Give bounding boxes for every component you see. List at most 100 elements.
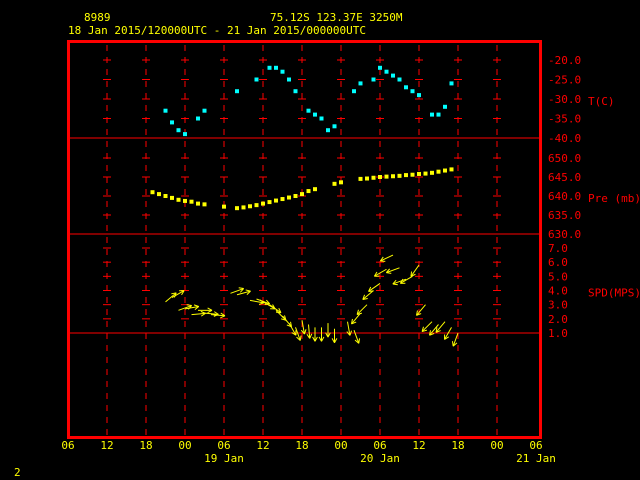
pressure-point [293,194,298,198]
plot-frame [67,40,542,439]
y-tick-label: 650.0 [548,152,581,165]
wind-arrow-head [299,335,302,341]
wind-arrow-head [410,271,413,277]
pressure-point [430,170,434,175]
pressure-point [397,173,402,178]
temperature-point [274,65,278,70]
temperature-point [384,69,389,74]
y-tick-label: -25.0 [548,74,581,87]
temperature-point [163,108,168,113]
x-tick-label: 00 [490,439,503,452]
pressure-point [332,181,337,186]
y-tick-label: 635.0 [548,209,581,222]
pressure-point [183,198,187,203]
temperature-point [306,108,311,113]
pressure-point [365,176,369,181]
wind-arrow [165,292,177,303]
temperature-point [397,77,402,82]
y-tick-label: 7.0 [548,242,568,255]
wind-arrow [353,329,361,344]
temperature-point [176,128,181,133]
temperature-point [326,128,330,133]
temperature-point [170,120,174,125]
y-tick-label: -20.0 [548,54,581,67]
pressure-point [163,194,168,198]
pressure-point [157,192,161,197]
pressure-point [300,192,304,197]
y-tick-label: 1.0 [548,327,568,340]
pressure-point [417,171,421,176]
temperature-point [391,73,395,78]
x-tick-label: 06 [373,439,386,452]
station-location: 75.12S 123.37E 3250M [270,11,403,24]
temperature-point [183,132,187,137]
wind-arrow [356,304,368,316]
wind-arrow [392,278,407,286]
pressure-point [267,200,272,205]
y-tick-label: -35.0 [548,113,581,126]
x-tick-label: 12 [100,439,113,452]
pressure-point [423,171,428,176]
pressure-point [384,174,389,179]
wind-arrow-shaft [356,304,368,315]
temperature-point [313,112,317,117]
pressure-point [176,197,181,202]
pressure-point [371,175,376,180]
x-date-label: 19 Jan [204,452,244,465]
pressure-point [410,172,415,177]
temperature-point [358,81,363,86]
y-tick-label: 630.0 [548,228,581,241]
temperature-point [404,85,408,90]
pressure-point [378,175,382,179]
wind-arrow [385,267,400,274]
temperature-point [287,77,291,82]
pressure-point [170,195,174,200]
x-tick-label: 06 [217,439,230,452]
pressure-point [443,168,447,173]
x-tick-label: 18 [451,439,464,452]
x-tick-label: 06 [61,439,74,452]
meteogram-chart: 8989 75.12S 123.37E 3250M 18 Jan 2015/12… [14,11,640,479]
x-tick-label: 18 [295,439,308,452]
pressure-point [248,204,252,209]
wind-arrow-head [193,304,199,307]
temperature-point [449,81,454,86]
wind-arrow-head [245,289,251,292]
pressure-point [436,169,441,174]
temperature-point [378,65,382,70]
wind-arrow [230,287,245,294]
page-number: 2 [14,466,21,479]
wind-arrow [435,321,446,333]
x-tick-label: 00 [334,439,347,452]
y-tick-label: 4.0 [548,285,568,298]
pressure-point [222,204,226,209]
pressure-point [235,206,239,211]
wind-arrow [204,311,219,317]
pressure-point [189,199,194,204]
y-tick-label: 645.0 [548,171,581,184]
pressure-point [254,203,259,208]
temperature-point [267,65,272,70]
grid-lines [68,45,540,435]
temperature-point [235,89,239,94]
x-date-label: 21 Jan [516,452,556,465]
pressure-point [202,202,207,207]
x-tick-label: 00 [178,439,191,452]
pressure-point [280,197,285,202]
data-marks [150,65,459,347]
temperature-point [293,89,298,94]
wind-arrow [410,264,420,277]
temperature-point [443,104,447,109]
temperature-point [332,124,337,129]
station-id: 8989 [84,11,111,24]
y-axis-label: SPD(MPS) [588,287,640,300]
temperature-point [202,108,207,113]
x-tick-label: 12 [412,439,425,452]
pressure-point [404,173,408,178]
wind-arrow [429,324,439,336]
wind-arrow-head [451,341,454,347]
temperature-point [410,89,415,94]
temperature-point [196,116,200,121]
pressure-point [261,201,265,206]
y-tick-label: -30.0 [548,93,581,106]
